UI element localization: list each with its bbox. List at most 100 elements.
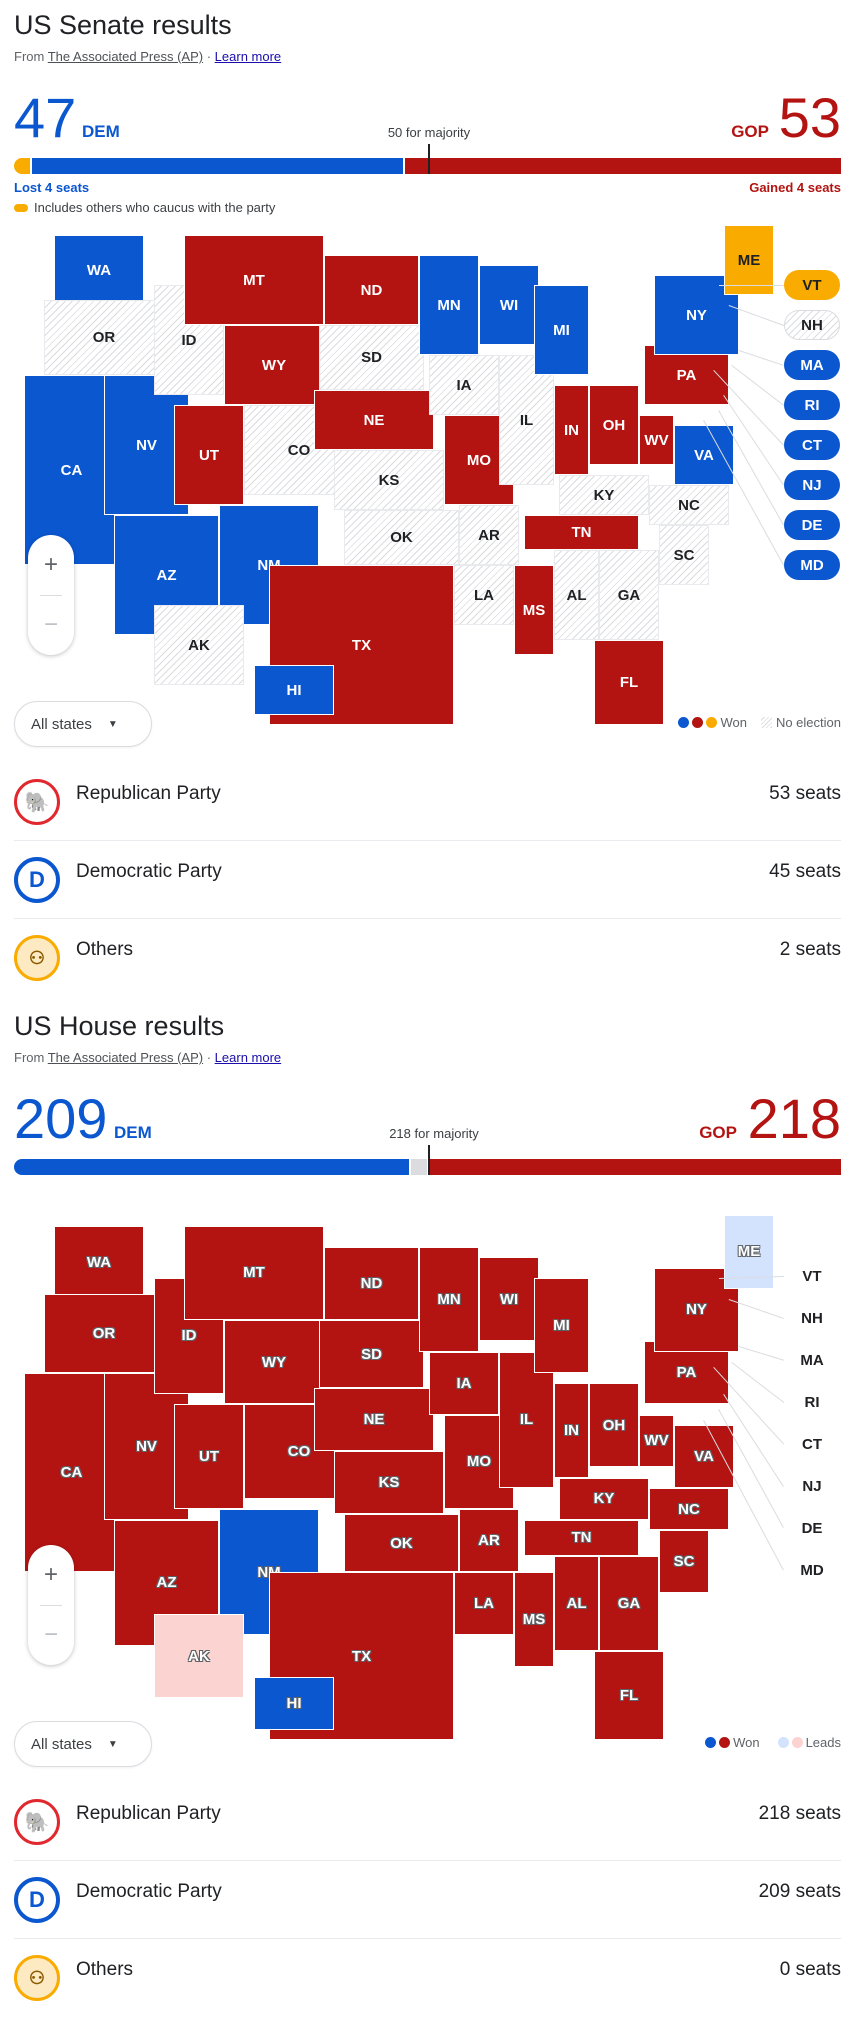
zoom-in-button[interactable]: + [28,535,74,595]
state-tn[interactable]: TN [524,1519,639,1557]
state-ks[interactable]: KS [334,1451,444,1515]
zoom-in-button[interactable]: + [28,1545,74,1605]
state-nd[interactable]: ND [324,1246,419,1320]
party-row-others[interactable]: ⚇ Others 2 seats [14,919,841,997]
state-callout-ct[interactable]: CT [784,1429,840,1459]
state-callout-ma[interactable]: MA [784,350,840,380]
state-wi[interactable]: WI [479,1257,539,1341]
state-callout-de[interactable]: DE [784,1513,840,1543]
zoom-out-button[interactable]: − [28,1605,74,1665]
source-link[interactable]: The Associated Press (AP) [48,49,203,64]
state-mn[interactable]: MN [419,1246,479,1352]
state-mn[interactable]: MN [419,255,479,355]
state-wv[interactable]: WV [639,1414,674,1467]
state-callout-vt[interactable]: VT [784,1261,840,1291]
state-ok[interactable]: OK [344,1514,459,1572]
state-ak[interactable]: AK [154,605,244,685]
state-wi[interactable]: WI [479,265,539,345]
party-seats: 45 seats [769,861,841,882]
state-or[interactable]: OR [44,300,164,375]
state-sd[interactable]: SD [319,325,424,390]
state-callout-ri[interactable]: RI [784,390,840,420]
zoom-out-button[interactable]: − [28,595,74,655]
learn-more-link[interactable]: Learn more [215,1050,281,1065]
state-al[interactable]: AL [554,550,599,640]
party-row-others[interactable]: ⚇ Others 0 seats [14,1939,841,2017]
state-filter-dropdown[interactable]: All states ▼ [14,701,152,747]
state-mt[interactable]: MT [184,1225,324,1320]
zoom-divider [40,1605,62,1606]
map-zoom-control: + − [28,1545,74,1665]
state-ar[interactable]: AR [459,1509,519,1572]
state-ne[interactable]: NE [314,390,434,450]
state-callout-de[interactable]: DE [784,510,840,540]
state-wv[interactable]: WV [639,415,674,465]
state-oh[interactable]: OH [589,385,639,465]
state-ky[interactable]: KY [559,1477,649,1520]
party-row-republican[interactable]: 🐘 Republican Party 53 seats [14,763,841,841]
state-callout-ct[interactable]: CT [784,430,840,460]
state-va[interactable]: VA [674,425,734,485]
state-ok[interactable]: OK [344,510,459,565]
state-wy[interactable]: WY [224,325,324,405]
state-ne[interactable]: NE [314,1388,434,1452]
state-al[interactable]: AL [554,1556,599,1651]
state-ky[interactable]: KY [559,475,649,515]
party-row-democratic[interactable]: D Democratic Party 45 seats [14,841,841,919]
state-sd[interactable]: SD [319,1320,424,1389]
house-map[interactable]: WAORCANVIDMTWYUTAZCONMNDSDNEKSOKTXMNIAMO… [14,1205,841,1740]
state-callout-md[interactable]: MD [784,1555,840,1585]
state-nc[interactable]: NC [649,485,729,525]
source-link[interactable]: The Associated Press (AP) [48,1050,203,1065]
state-ut[interactable]: UT [174,405,244,505]
state-callout-vt[interactable]: VT [784,270,840,300]
state-filter-dropdown[interactable]: All states ▼ [14,1721,152,1767]
learn-more-link[interactable]: Learn more [215,49,281,64]
seat-tally: 47 DEM 50 for majority GOP 53 [14,86,841,146]
senate-map[interactable]: WAORCANVIDMTWYUTAZCONMNDSDNEKSOKTXMNIAMO… [14,225,841,725]
state-ut[interactable]: UT [174,1404,244,1509]
gop-leads-swatch-icon [791,1737,803,1748]
state-ms[interactable]: MS [514,1572,554,1667]
state-wa[interactable]: WA [54,1225,144,1299]
state-mi[interactable]: MI [534,1278,589,1373]
state-callout-md[interactable]: MD [784,550,840,580]
state-callout-ri[interactable]: RI [784,1387,840,1417]
state-in[interactable]: IN [554,1383,589,1478]
state-in[interactable]: IN [554,385,589,475]
state-callout-nj[interactable]: NJ [784,1471,840,1501]
party-seats: 2 seats [779,939,841,960]
state-ia[interactable]: IA [429,355,499,415]
state-callout-ma[interactable]: MA [784,1345,840,1375]
state-mt[interactable]: MT [184,235,324,325]
state-callout-nj[interactable]: NJ [784,470,840,500]
state-callout-nh[interactable]: NH [784,310,840,340]
no-election-swatch-icon [760,717,772,728]
seat-bar-dem [32,158,403,174]
state-mi[interactable]: MI [534,285,589,375]
state-ar[interactable]: AR [459,505,519,565]
state-ak[interactable]: AK [154,1614,244,1698]
state-nd[interactable]: ND [324,255,419,325]
state-va[interactable]: VA [674,1425,734,1488]
state-wy[interactable]: WY [224,1320,324,1404]
state-sc[interactable]: SC [659,1530,709,1593]
state-oh[interactable]: OH [589,1383,639,1467]
state-wa[interactable]: WA [54,235,144,305]
callout-leader-line [738,1346,784,1361]
state-callout-nh[interactable]: NH [784,1303,840,1333]
state-or[interactable]: OR [44,1293,164,1373]
state-ks[interactable]: KS [334,450,444,510]
state-ga[interactable]: GA [599,550,659,640]
party-row-democratic[interactable]: D Democratic Party 209 seats [14,1861,841,1939]
state-ms[interactable]: MS [514,565,554,655]
callout-leader-line [731,365,784,406]
party-row-republican[interactable]: 🐘 Republican Party 218 seats [14,1783,841,1861]
state-tn[interactable]: TN [524,515,639,550]
state-ia[interactable]: IA [429,1351,499,1415]
state-nc[interactable]: NC [649,1488,729,1530]
state-la[interactable]: LA [454,565,514,625]
state-la[interactable]: LA [454,1572,514,1635]
state-sc[interactable]: SC [659,525,709,585]
state-ga[interactable]: GA [599,1556,659,1651]
